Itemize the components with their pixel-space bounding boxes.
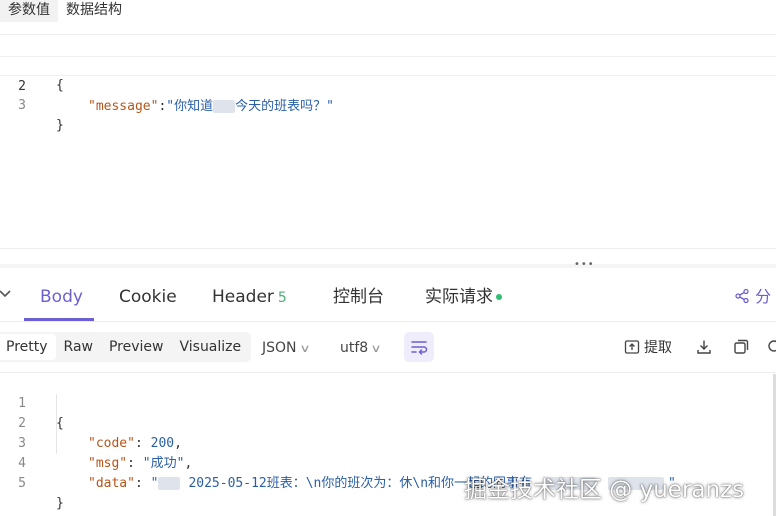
code-text: "message":"你知道 今天的班表吗？" (88, 97, 334, 117)
response-body-viewer[interactable]: 1 { 2 "code": 200, 3 "msg": "成功", 4 "dat… (0, 374, 776, 511)
code-text: } (56, 496, 64, 511)
json-key: "message" (88, 99, 159, 114)
divider (0, 372, 776, 373)
request-body-editor[interactable]: 1 { 2 "message":"你知道今天的班表吗？" 3 } (0, 36, 776, 133)
tab-header[interactable]: Header 5 (212, 286, 287, 309)
response-toolbar: Pretty Raw Preview Visualize JSON ∨ utf8 ∨… (0, 330, 776, 366)
divider (0, 248, 776, 249)
code-line: 1 { (0, 36, 776, 93)
response-tabs: Body Cookie Header 5 控制台 实际请求 分 (0, 270, 776, 322)
chevron-down-icon: ∨ (298, 342, 311, 355)
tab-console[interactable]: 控制台 (333, 286, 384, 308)
download-icon[interactable] (695, 338, 713, 356)
tab-data-structure[interactable]: 数据结构 (58, 0, 130, 22)
format-value: JSON (262, 340, 297, 356)
panel-splitter[interactable] (0, 264, 776, 268)
line-number: 3 (18, 98, 26, 113)
json-value-start: " (150, 476, 159, 491)
view-visualize[interactable]: Visualize (171, 334, 249, 360)
code-text: } (56, 118, 64, 133)
code-line: 3 "msg": "成功", (0, 414, 776, 471)
share-label: 分 (755, 287, 772, 306)
json-separator: : (134, 476, 151, 491)
share-icon (735, 288, 749, 304)
json-value-end: 今天的班表吗？" (235, 99, 334, 114)
redacted-text (158, 477, 181, 490)
json-key: "data" (88, 476, 135, 491)
code-line: 2 "code": 200, (0, 394, 776, 451)
format-select[interactable]: JSON ∨ (262, 338, 311, 359)
tab-body[interactable]: Body (40, 286, 83, 308)
code-line-current: 2 "message":"你知道 今天的班表吗？" (0, 56, 776, 114)
redacted-text (213, 100, 236, 113)
watermark: 掘金技术社区 @ yueranzs (464, 477, 745, 503)
line-number: 5 (18, 476, 26, 491)
tab-param-values[interactable]: 参数值 (0, 0, 58, 22)
view-preview[interactable]: Preview (101, 334, 172, 360)
search-icon[interactable] (766, 338, 776, 356)
extract-button[interactable]: 提取 (624, 338, 672, 358)
tab-cookie[interactable]: Cookie (119, 286, 177, 308)
code-line: 3 } (0, 76, 776, 133)
active-tab-indicator (24, 318, 94, 321)
drag-handle-icon[interactable]: ••• (574, 260, 595, 270)
chevron-down-icon[interactable] (0, 286, 12, 300)
view-mode-switch: Pretty Raw Preview Visualize (0, 332, 252, 362)
header-count-badge: 5 (277, 290, 287, 306)
status-dot (496, 294, 502, 300)
share-button[interactable]: 分 (734, 286, 771, 308)
word-wrap-button[interactable] (404, 332, 434, 362)
view-pretty[interactable]: Pretty (0, 334, 56, 360)
encoding-select[interactable]: utf8 ∨ (340, 338, 382, 359)
divider (0, 34, 776, 35)
tab-actual-request[interactable]: 实际请求 (425, 286, 502, 308)
tab-actual-request-label: 实际请求 (425, 287, 493, 307)
code-line: 4 "data": " 2025-05-12班表：\n你的班次为：休\n和你一起的… (0, 434, 776, 491)
copy-icon[interactable] (732, 338, 750, 356)
view-raw[interactable]: Raw (56, 334, 101, 360)
extract-label: 提取 (644, 340, 672, 356)
extract-icon (624, 340, 640, 354)
json-value-start: "你知道 (166, 99, 214, 114)
encoding-value: utf8 (340, 340, 369, 356)
request-tabs: 参数值 数据结构 (0, 0, 776, 26)
code-line: 1 { (0, 374, 776, 431)
chevron-down-icon: ∨ (370, 342, 382, 355)
tab-header-label: Header (212, 287, 274, 307)
wrap-lines-icon (411, 341, 428, 355)
